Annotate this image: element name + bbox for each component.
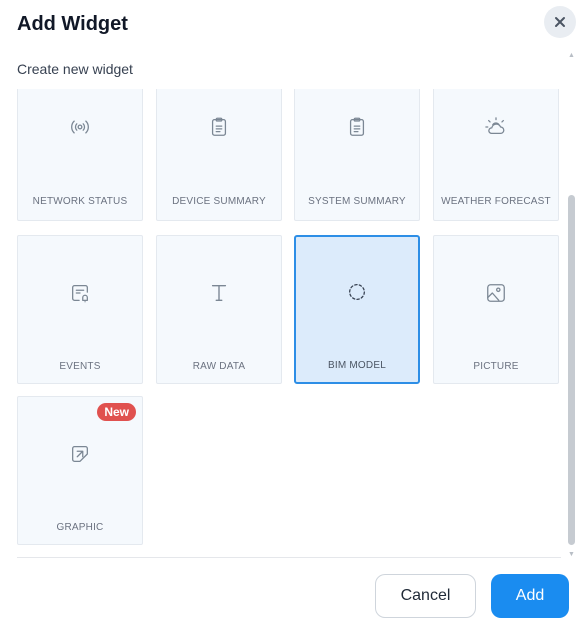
widget-tile-device-summary[interactable]: DEVICE SUMMARY [156,89,282,221]
dialog-title: Add Widget [17,13,128,35]
widget-label: BIM MODEL [328,360,386,371]
widget-tile-picture[interactable]: PICTURE [433,235,559,384]
widget-tile-raw-data[interactable]: RAW DATA [156,235,282,384]
widget-tile-system-summary[interactable]: SYSTEM SUMMARY [294,89,420,221]
widget-tile-events[interactable]: EVENTS [17,235,143,384]
scrollbar-thumb[interactable] [568,195,575,545]
widget-label: PICTURE [473,361,519,372]
widget-label: DEVICE SUMMARY [172,196,266,207]
scrollbar[interactable]: ▲ ▼ [566,52,576,558]
widget-label: GRAPHIC [56,522,104,533]
widget-tile-bim-model[interactable]: BIM MODEL [294,235,420,384]
dialog-subtitle: Create new widget [17,61,133,77]
widget-label: NETWORK STATUS [32,196,128,207]
add-button[interactable]: Add [491,574,569,618]
widget-label: EVENTS [59,361,101,372]
scroll-down-icon[interactable]: ▼ [568,551,575,558]
widget-tile-network-status[interactable]: NETWORK STATUS [17,89,143,221]
event-bell-icon [72,285,88,303]
image-icon [487,284,505,302]
widget-label: RAW DATA [192,361,246,372]
widget-grid: NETWORK STATUS DEVICE SUMMARY SYSTEM SUM… [17,89,561,547]
widget-tile-graphic[interactable]: New GRAPHIC [17,396,143,545]
sun-cloud-icon [485,117,505,135]
widget-tile-weather-forecast[interactable]: WEATHER FORECAST [433,89,559,221]
new-badge: New [97,403,136,421]
text-icon [211,284,227,302]
scroll-up-icon[interactable]: ▲ [568,52,575,59]
graphic-icon [72,446,88,462]
footer-divider [17,557,561,558]
3d-cube-icon [349,284,365,300]
close-icon [555,17,565,27]
clipboard-icon [211,117,227,136]
cancel-button[interactable]: Cancel [375,574,476,618]
broadcast-icon [71,120,89,134]
clipboard-icon [349,117,365,136]
widget-label: SYSTEM SUMMARY [308,196,406,207]
close-button[interactable] [544,6,576,38]
widget-label: WEATHER FORECAST [441,196,551,207]
